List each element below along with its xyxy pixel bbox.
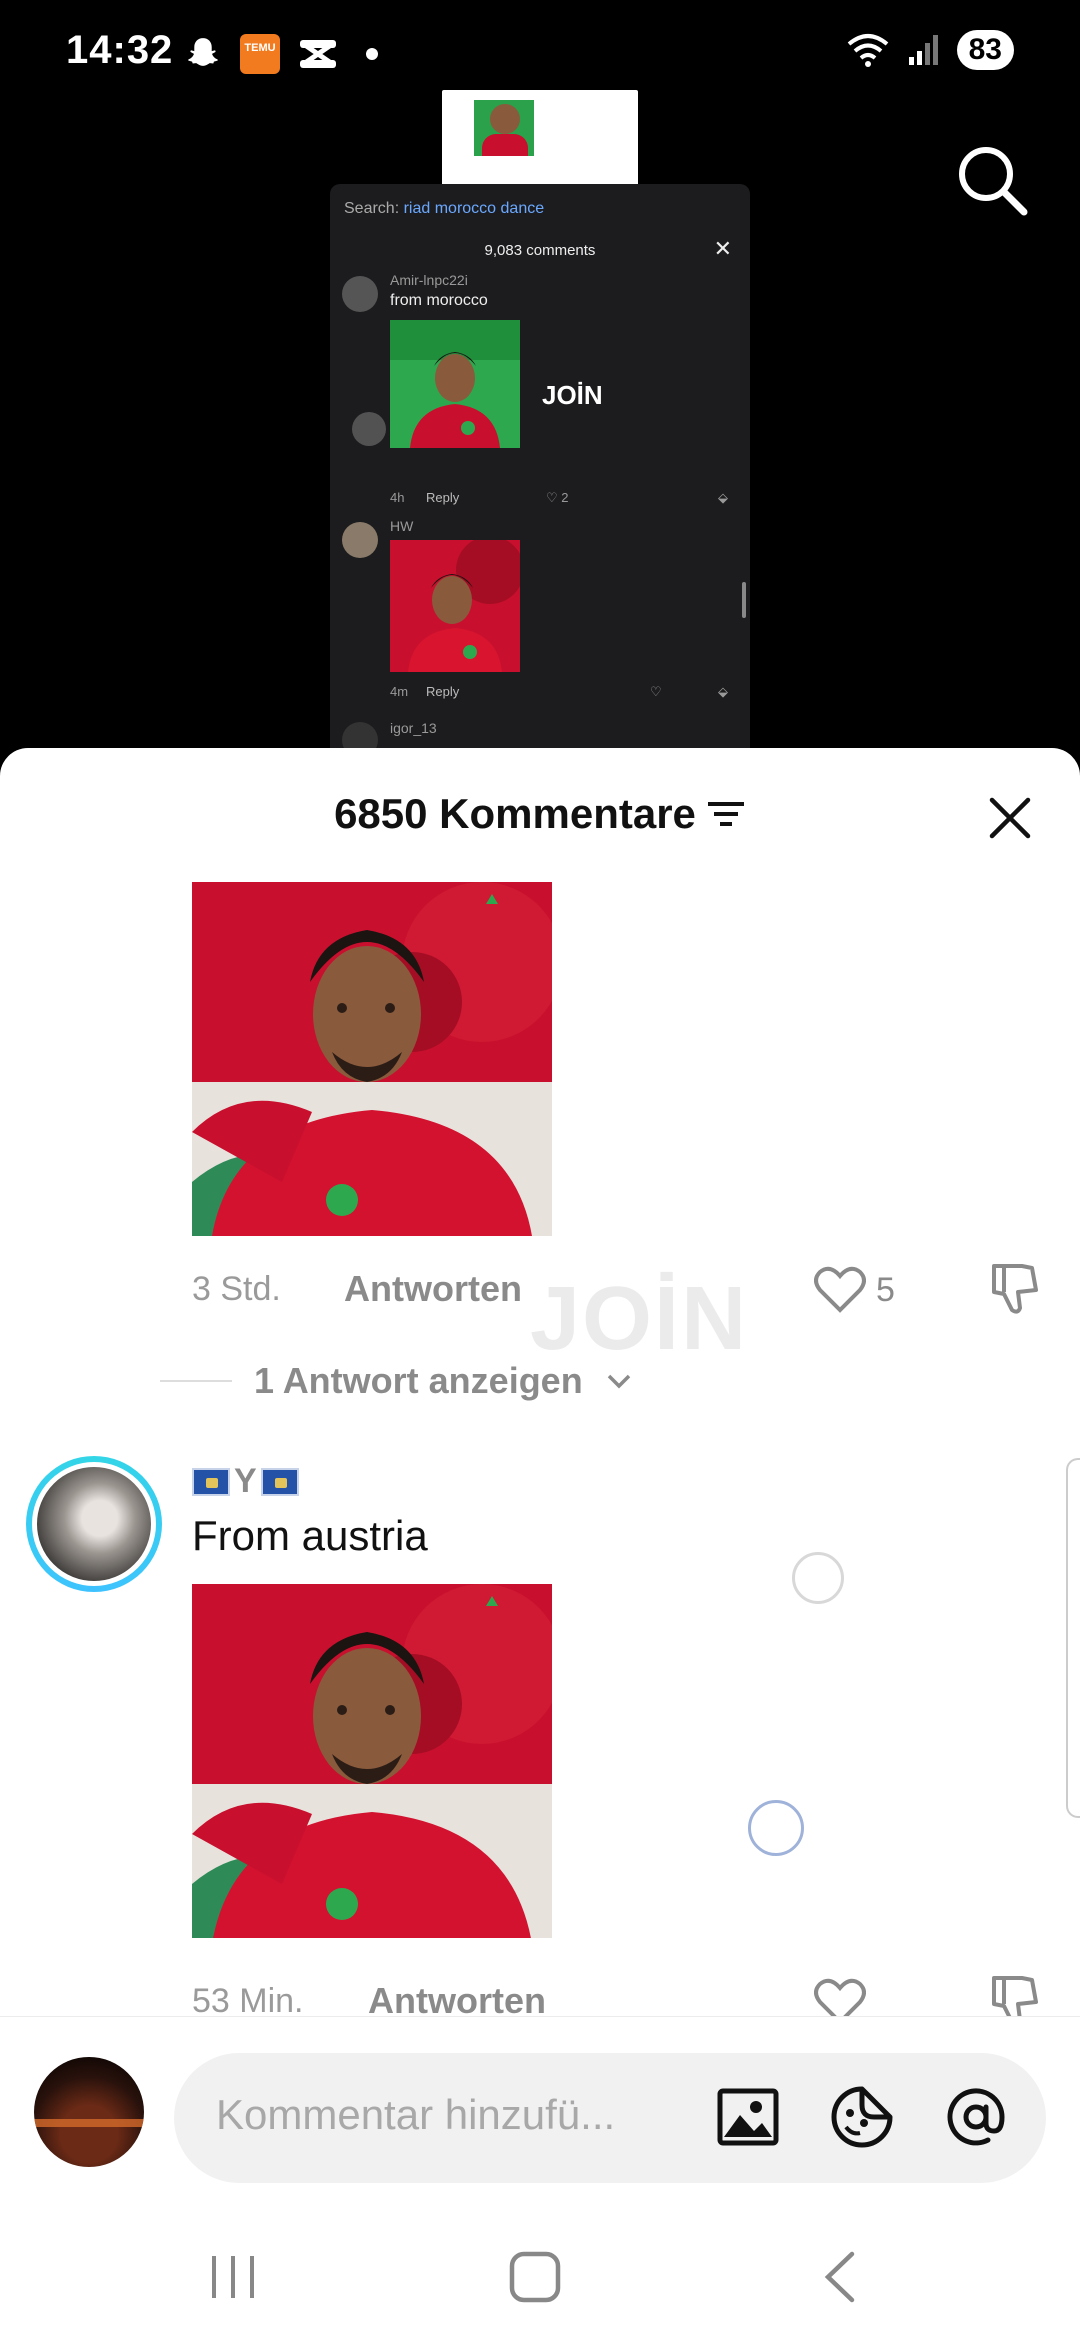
capcut-icon [300,40,336,68]
preview-like-icon-2: ♡ [650,684,662,699]
system-navigation-bar [0,2212,1080,2340]
kosovo-flag-icon [260,1467,299,1496]
touch-ring [748,1800,804,1856]
preview-search: Search: riad morocco dance [344,200,544,218]
commenter-username[interactable]: Y [192,1462,299,1501]
status-system-icons: 83 [845,30,1014,70]
comment-input-bar: Kommentar hinzufü... [0,2016,1080,2212]
thumbnail-shirt [482,134,528,156]
video-preview-comments: Search: riad morocco dance 9,083 comment… [330,184,750,774]
preview-dislike-icon: ⬙ [718,490,728,505]
preview-comment-time-2: 4m [390,684,409,699]
comment-time: 3 Std. [192,1270,281,1308]
preview-username-2: HW [390,518,414,534]
commenter-avatar[interactable] [26,1456,162,1592]
preview-comment-image-2 [390,540,520,672]
preview-likes: 2 [561,490,569,505]
preview-dislike-icon-2: ⬙ [718,684,728,699]
mention-icon[interactable] [942,2083,1010,2151]
replies-divider [160,1380,232,1382]
like-count: 5 [876,1270,895,1309]
back-icon[interactable] [806,2242,876,2312]
close-icon[interactable] [982,790,1038,846]
comments-header: 6850 Kommentare [0,748,1080,882]
show-replies-button[interactable]: 1 Antwort anzeigen [160,1360,633,1402]
battery-icon: 83 [956,30,1014,70]
comment-input-placeholder: Kommentar hinzufü... [216,2091,616,2138]
wifi-icon [847,34,888,67]
heart-icon [814,1266,866,1313]
avatar-image [32,1462,156,1586]
home-icon[interactable] [500,2242,570,2312]
comment-image[interactable] [192,882,552,1236]
join-watermark: JOİN [530,1269,749,1369]
temu-label: TEMU [244,42,276,54]
preview-search-query: riad morocco dance [403,200,545,217]
preview-reply-2: Reply [426,684,460,699]
status-time: 14:32 [66,28,174,72]
temu-icon: TEMU [240,34,280,74]
recents-icon[interactable] [198,2242,268,2312]
comments-count-title: 6850 Kommentare [334,790,696,837]
search-icon[interactable] [952,140,1032,220]
dislike-icon[interactable] [988,1262,1040,1316]
comment-image-2[interactable] [192,1584,552,1938]
preview-avatar-2 [342,522,378,558]
like-button[interactable]: 5 [814,1266,895,1314]
mini-video-thumbnail [442,90,638,186]
comment-text: From austria [192,1512,428,1559]
preview-scrollbar [742,582,746,618]
touch-ring [792,1552,844,1604]
preview-join-overlay: JOİN [542,380,603,410]
preview-username: Amir-lnpc22i [390,272,468,288]
signal-icon [908,35,938,65]
preview-reply: Reply [426,490,460,505]
username-text: Y [234,1462,257,1500]
image-icon[interactable] [714,2083,782,2151]
scrollbar[interactable] [1066,1458,1080,1818]
preview-comment-time: 4h [390,490,405,505]
kosovo-flag-icon [192,1467,230,1496]
chevron-down-icon [607,1374,630,1389]
snapchat-icon [188,38,218,66]
thumbnail-face [490,104,520,134]
preview-like-count: ♡ 2 [546,490,569,505]
preview-search-prefix: Search: [344,200,400,217]
user-avatar[interactable] [34,2057,144,2167]
comment-input[interactable]: Kommentar hinzufü... [174,2053,1046,2183]
preview-comment-text: from morocco [390,292,488,309]
preview-close-icon: ✕ [713,236,732,261]
comments-title-wrap[interactable]: 6850 Kommentare [0,790,1080,838]
sticker-icon[interactable] [828,2083,896,2151]
preview-username-3: igor_13 [390,720,437,736]
battery-level: 83 [968,33,1002,66]
dot-icon [366,48,378,60]
show-replies-label: 1 Antwort anzeigen [254,1360,583,1401]
preview-comments-count: 9,083 comments [484,242,596,259]
preview-avatar [342,276,378,312]
status-notification-icons: TEMU [184,34,378,74]
preview-touch-indicator [352,412,386,446]
reply-button[interactable]: Antworten [344,1268,522,1310]
preview-comment-image [390,320,520,448]
filter-icon[interactable] [706,797,746,831]
